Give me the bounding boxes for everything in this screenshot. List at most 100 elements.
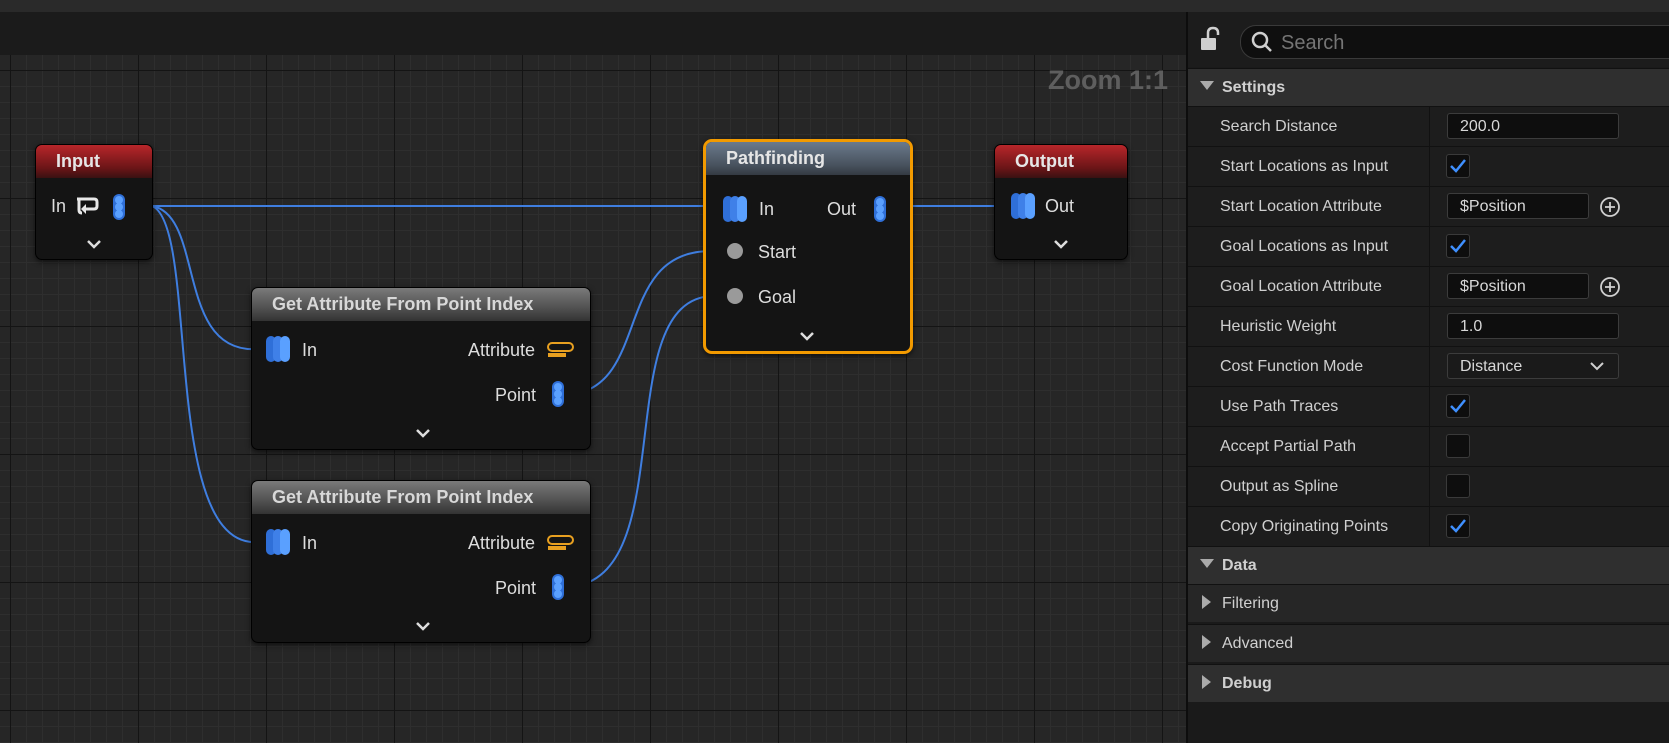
- attribute-pin-icon[interactable]: [546, 534, 576, 552]
- details-search-box[interactable]: [1240, 25, 1669, 60]
- input-node-in-label: In: [51, 196, 67, 216]
- add-icon[interactable]: [1599, 276, 1621, 298]
- prop-label: Start Location Attribute: [1220, 198, 1382, 215]
- point-data-pin-icon[interactable]: [550, 572, 568, 602]
- pathfinding-node-start-label: Start: [758, 242, 797, 262]
- output-as-spline-checkbox[interactable]: [1446, 474, 1470, 498]
- point-data-pin-icon[interactable]: [721, 194, 749, 224]
- prop-goal-location-attribute: Goal Location Attribute $Position: [1188, 266, 1669, 307]
- checkmark-icon: [1450, 399, 1466, 413]
- point-data-pin-icon[interactable]: [111, 192, 129, 222]
- get-attribute-node-1-point-label: Point: [495, 385, 537, 405]
- get-attribute-node-1[interactable]: Get Attribute From Point Index In Attrib…: [251, 287, 591, 450]
- pathfinding-node-title: Pathfinding: [706, 142, 910, 175]
- get-attribute-node-2-point-label: Point: [495, 578, 537, 598]
- collapse-arrow-icon: [1200, 81, 1214, 90]
- heuristic-weight-input[interactable]: 1.0: [1447, 313, 1619, 339]
- accept-partial-path-checkbox[interactable]: [1446, 434, 1470, 458]
- pathfinding-node-goal-label: Goal: [758, 287, 797, 307]
- prop-heuristic-weight: Heuristic Weight 1.0: [1188, 306, 1669, 347]
- point-data-pin-icon[interactable]: [264, 527, 292, 557]
- start-location-attribute-input[interactable]: $Position: [1447, 193, 1589, 219]
- checkmark-icon: [1450, 159, 1466, 173]
- graph-editor[interactable]: Zoom 1:1: [0, 12, 1186, 743]
- pathfinding-node[interactable]: Pathfinding In Out Start Goal: [703, 139, 913, 354]
- get-attribute-node-2-in-label: In: [302, 533, 318, 553]
- prop-output-as-spline: Output as Spline: [1188, 466, 1669, 507]
- prop-label: Goal Locations as Input: [1220, 238, 1389, 255]
- prop-use-path-traces: Use Path Traces: [1188, 386, 1669, 427]
- output-node[interactable]: Output Out: [994, 144, 1128, 260]
- prop-label: Search Distance: [1220, 118, 1338, 135]
- checkmark-icon: [1450, 519, 1466, 533]
- input-node-title: Input: [36, 145, 152, 178]
- prop-label: Start Locations as Input: [1220, 158, 1389, 175]
- section-debug[interactable]: Debug: [1188, 664, 1669, 702]
- prop-search-distance: Search Distance 200.0: [1188, 106, 1669, 147]
- point-data-pin-icon[interactable]: [1009, 191, 1037, 221]
- start-pin-icon[interactable]: [726, 242, 744, 260]
- point-data-pin-icon[interactable]: [264, 334, 292, 364]
- search-icon: [1251, 31, 1272, 52]
- start-locations-as-input-checkbox[interactable]: [1446, 154, 1470, 178]
- goal-locations-as-input-checkbox[interactable]: [1446, 234, 1470, 258]
- prop-label: Output as Spline: [1220, 478, 1339, 495]
- prop-label: Copy Originating Points: [1220, 518, 1389, 535]
- section-advanced-label: Advanced: [1222, 635, 1294, 652]
- section-filtering-label: Filtering: [1222, 595, 1279, 612]
- chevron-down-icon[interactable]: [415, 621, 431, 631]
- unlock-icon[interactable]: [1198, 26, 1224, 54]
- section-debug-label: Debug: [1222, 675, 1272, 692]
- loop-icon: [77, 197, 99, 215]
- get-attribute-node-1-in-label: In: [302, 340, 318, 360]
- prop-cost-function-mode: Cost Function Mode Distance: [1188, 346, 1669, 387]
- section-filtering[interactable]: Filtering: [1188, 584, 1669, 622]
- input-node[interactable]: Input In: [35, 144, 153, 260]
- goal-pin-icon[interactable]: [726, 287, 744, 305]
- prop-label: Goal Location Attribute: [1220, 278, 1382, 295]
- zoom-label: Zoom 1:1: [1047, 65, 1168, 95]
- copy-originating-points-checkbox[interactable]: [1446, 514, 1470, 538]
- details-panel: Settings Search Distance 200.0 Start Loc…: [1186, 12, 1669, 743]
- point-data-pin-icon[interactable]: [872, 194, 890, 224]
- prop-label: Accept Partial Path: [1220, 438, 1357, 455]
- use-path-traces-checkbox[interactable]: [1446, 394, 1470, 418]
- section-data[interactable]: Data: [1188, 546, 1669, 584]
- prop-copy-originating-points: Copy Originating Points: [1188, 506, 1669, 547]
- chevron-down-icon[interactable]: [86, 239, 102, 249]
- section-data-label: Data: [1222, 557, 1257, 574]
- graph-toolbar: [0, 12, 1186, 55]
- chevron-down-icon[interactable]: [1053, 239, 1069, 249]
- section-settings[interactable]: Settings: [1188, 68, 1669, 106]
- pathfinding-node-in-label: In: [759, 199, 775, 219]
- prop-goal-locations-as-input: Goal Locations as Input: [1188, 226, 1669, 267]
- attribute-pin-icon[interactable]: [546, 341, 576, 359]
- add-icon[interactable]: [1599, 196, 1621, 218]
- goal-location-attribute-input[interactable]: $Position: [1447, 273, 1589, 299]
- prop-start-locations-as-input: Start Locations as Input: [1188, 146, 1669, 187]
- expand-arrow-icon: [1202, 675, 1211, 689]
- prop-label: Use Path Traces: [1220, 398, 1339, 415]
- section-advanced[interactable]: Advanced: [1188, 624, 1669, 662]
- chevron-down-icon[interactable]: [799, 331, 815, 341]
- get-attribute-node-2-title: Get Attribute From Point Index: [252, 481, 590, 514]
- chevron-down-icon: [1590, 362, 1604, 371]
- point-data-pin-icon[interactable]: [550, 379, 568, 409]
- get-attribute-node-1-attribute-label: Attribute: [468, 340, 536, 360]
- prop-start-location-attribute: Start Location Attribute $Position: [1188, 186, 1669, 227]
- expand-arrow-icon: [1202, 595, 1211, 609]
- output-node-out-label: Out: [1045, 196, 1075, 216]
- get-attribute-node-1-title: Get Attribute From Point Index: [252, 288, 590, 321]
- cost-function-mode-dropdown[interactable]: Distance: [1447, 353, 1619, 379]
- top-strip: [0, 0, 1669, 12]
- details-search-input[interactable]: [1279, 26, 1669, 60]
- collapse-arrow-icon: [1200, 559, 1214, 568]
- cost-function-mode-value: Distance: [1460, 358, 1523, 375]
- chevron-down-icon[interactable]: [415, 428, 431, 438]
- search-distance-input[interactable]: 200.0: [1447, 113, 1619, 139]
- get-attribute-node-2[interactable]: Get Attribute From Point Index In Attrib…: [251, 480, 591, 643]
- pathfinding-node-out-label: Out: [827, 199, 857, 219]
- output-node-title: Output: [995, 145, 1127, 178]
- section-settings-label: Settings: [1222, 79, 1286, 96]
- prop-label: Heuristic Weight: [1220, 318, 1337, 335]
